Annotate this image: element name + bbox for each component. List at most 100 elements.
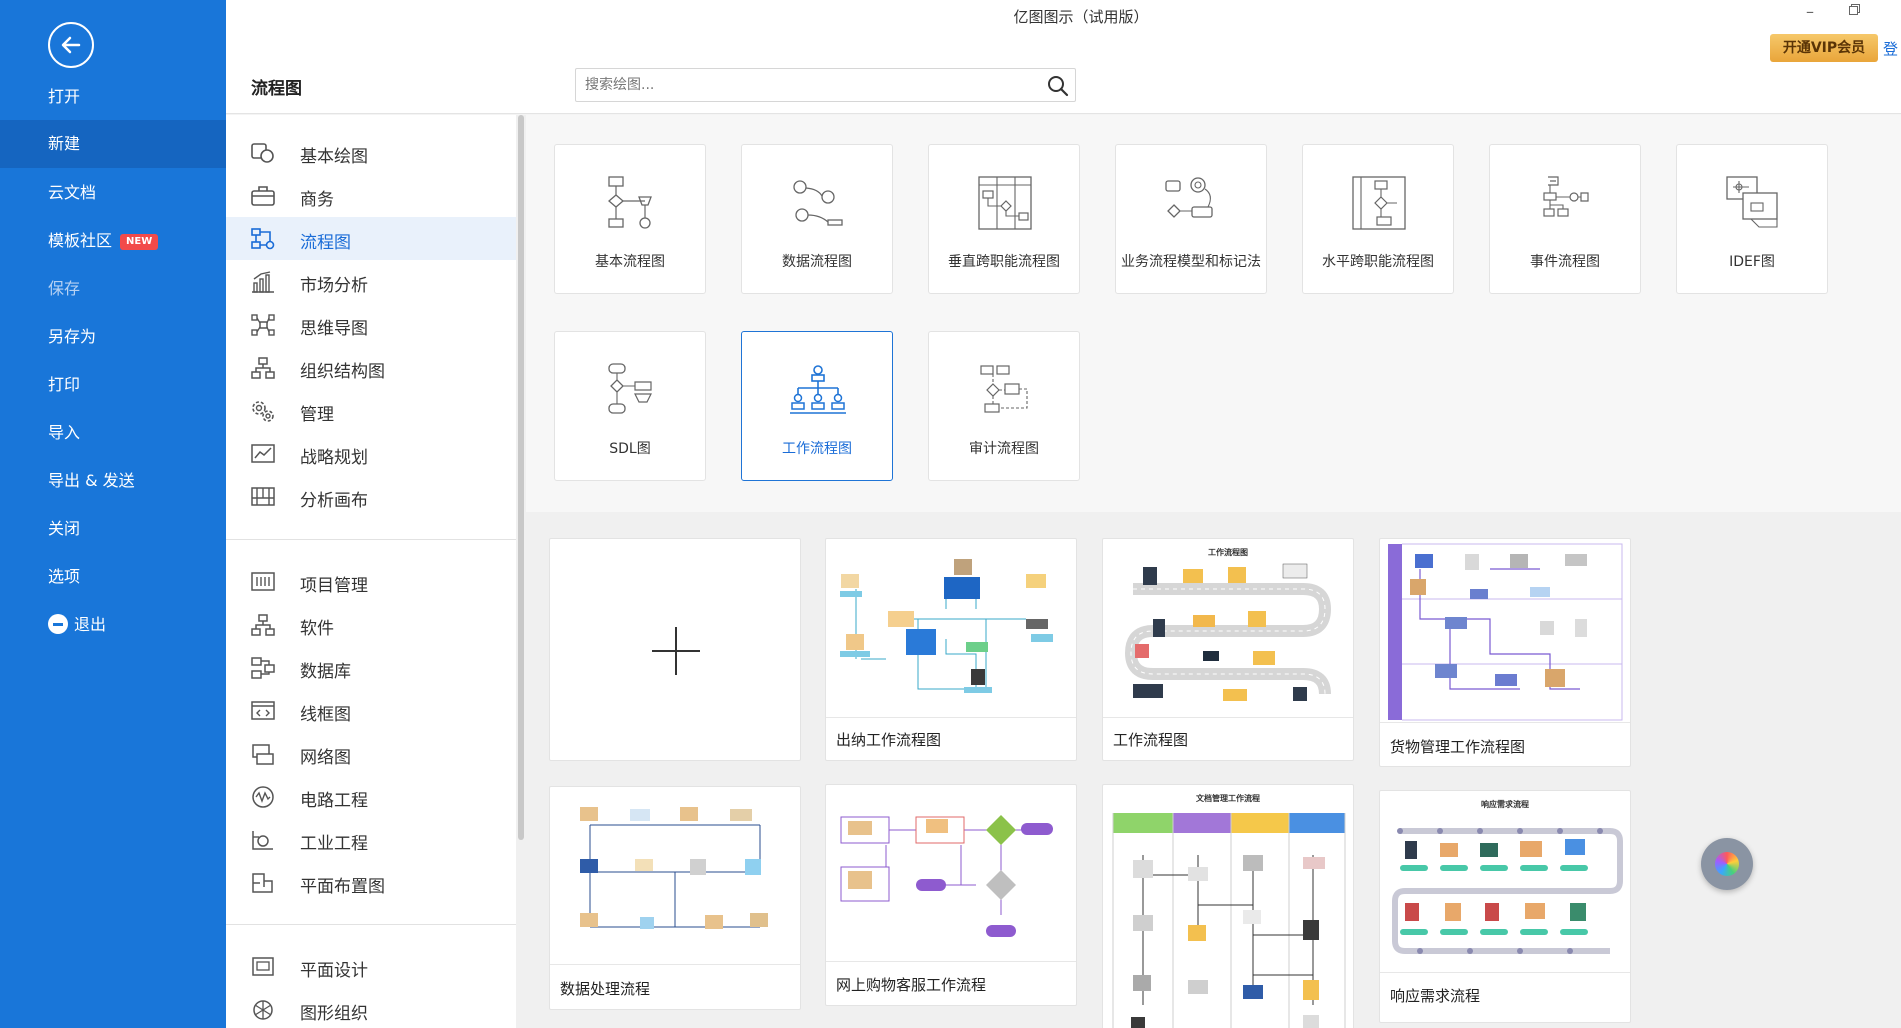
minimize-button[interactable]: – xyxy=(1806,2,1814,21)
template-card-online-shopping-service[interactable]: 网上购物客服工作流程 xyxy=(825,784,1077,1006)
template-card-workflow[interactable]: 工作流程图 工作流程图 xyxy=(1102,538,1354,761)
top-bar: 亿图图示（试用版） – 开通VIP会员 登 流程图 xyxy=(226,0,1901,114)
category-industrial[interactable]: 工业工程 xyxy=(226,818,516,861)
category-basic-drawing[interactable]: 基本绘图 xyxy=(226,131,516,174)
subtype-vertical-cross-functional[interactable]: 垂直跨职能流程图 xyxy=(928,144,1080,294)
left-nav: 打开 新建 云文档 模板社区 NEW 保存 另存为 打印 导入 导出 & 发送 关… xyxy=(0,0,226,1028)
template-card-cashier-workflow[interactable]: 出纳工作流程图 xyxy=(825,538,1077,761)
nav-template-community[interactable]: 模板社区 NEW xyxy=(0,217,226,265)
card-separator xyxy=(826,961,1076,962)
search-box xyxy=(575,68,1076,102)
category-business[interactable]: 商务 xyxy=(226,174,516,217)
section-title: 流程图 xyxy=(251,79,302,99)
category-circuit[interactable]: 电路工程 xyxy=(226,775,516,818)
template-thumbnail: 响应需求流程 xyxy=(1380,791,1630,972)
circuit-icon xyxy=(252,786,274,808)
category-graphic-organizer[interactable]: 图形组织 xyxy=(226,988,516,1028)
flowchart-icon xyxy=(251,228,275,250)
nav-options[interactable]: 选项 xyxy=(0,553,226,601)
category-wireframe[interactable]: 线框图 xyxy=(226,689,516,732)
nav-save-as[interactable]: 另存为 xyxy=(0,313,226,361)
software-icon xyxy=(251,614,275,636)
subtype-workflow[interactable]: 工作流程图 xyxy=(741,331,893,481)
basic-shapes-icon xyxy=(251,143,274,163)
nav-open[interactable]: 打开 xyxy=(0,73,226,121)
network-icon xyxy=(252,744,274,765)
card-separator xyxy=(826,717,1076,718)
subtype-event-flowchart[interactable]: 事件流程图 xyxy=(1489,144,1641,294)
subtype-data-flowchart[interactable]: 数据流程图 xyxy=(741,144,893,294)
category-strategy[interactable]: 战略规划 xyxy=(226,432,516,475)
template-card-goods-management[interactable]: 货物管理工作流程图 xyxy=(1379,538,1631,767)
subtype-sdl[interactable]: SDL图 xyxy=(554,331,706,481)
vertical-swimlane-icon xyxy=(978,176,1032,230)
card-separator xyxy=(1103,717,1353,718)
subtype-audit-flowchart[interactable]: 审计流程图 xyxy=(928,331,1080,481)
subtype-basic-flowchart[interactable]: 基本流程图 xyxy=(554,144,706,294)
search-input[interactable] xyxy=(576,69,1026,101)
template-thumbnail xyxy=(826,539,1076,717)
thumbnail-diagram xyxy=(580,807,768,929)
exit-icon xyxy=(48,614,68,634)
nav-close[interactable]: 关闭 xyxy=(0,505,226,553)
category-market-analysis[interactable]: 市场分析 xyxy=(226,260,516,303)
management-icon xyxy=(252,401,274,422)
subtype-horizontal-cross-functional[interactable]: 水平跨职能流程图 xyxy=(1302,144,1454,294)
graphic-organizer-icon xyxy=(253,1000,273,1020)
nav-print[interactable]: 打印 xyxy=(0,361,226,409)
category-flowchart[interactable]: 流程图 xyxy=(226,217,516,260)
flowchart-subtypes: 基本流程图 数据流程图 垂直跨职能流程图 业务流程模型和标记法 水平跨职能流程图… xyxy=(526,115,1901,512)
category-management[interactable]: 管理 xyxy=(226,389,516,432)
nav-cloud-docs[interactable]: 云文档 xyxy=(0,169,226,217)
category-network[interactable]: 网络图 xyxy=(226,732,516,775)
nav-new[interactable]: 新建 xyxy=(0,120,226,168)
nav-import[interactable]: 导入 xyxy=(0,409,226,457)
briefcase-icon xyxy=(251,186,275,206)
vip-button[interactable]: 开通VIP会员 xyxy=(1770,34,1878,62)
category-mind-map[interactable]: 思维导图 xyxy=(226,303,516,346)
event-flowchart-icon xyxy=(1543,176,1589,217)
login-link[interactable]: 登 xyxy=(1883,38,1898,59)
new-blank-diagram-button[interactable] xyxy=(549,538,801,761)
window-title: 亿图图示（试用版） xyxy=(1013,8,1149,26)
category-divider xyxy=(226,539,516,540)
category-org-chart[interactable]: 组织结构图 xyxy=(226,346,516,389)
ai-assistant-button[interactable] xyxy=(1701,838,1753,890)
thumbnail-diagram xyxy=(1392,828,1623,954)
category-software[interactable]: 软件 xyxy=(226,603,516,646)
nav-exit[interactable]: 退出 xyxy=(0,601,226,649)
category-analysis-canvas[interactable]: 分析画布 xyxy=(226,475,516,518)
card-separator xyxy=(1380,722,1630,723)
wireframe-icon xyxy=(251,701,275,720)
template-thumbnail: 文档管理工作流程 xyxy=(1103,785,1353,1028)
template-card-data-processing[interactable]: 数据处理流程 xyxy=(549,786,801,1010)
template-card-respond-to-demand[interactable]: 响应需求流程 响应需求流程 xyxy=(1379,790,1631,1023)
category-scrollbar[interactable] xyxy=(516,115,526,1028)
search-icon[interactable] xyxy=(1047,75,1069,97)
category-divider xyxy=(226,924,516,925)
thumbnail-diagram xyxy=(1124,563,1332,701)
bar-chart-icon xyxy=(252,271,274,293)
data-flowchart-icon xyxy=(793,180,843,226)
back-button[interactable] xyxy=(48,22,94,68)
restore-window-icon[interactable] xyxy=(1849,4,1860,15)
bpmn-icon xyxy=(1165,177,1213,218)
subtype-idef[interactable]: IDEF图 xyxy=(1676,144,1828,294)
workflow-icon xyxy=(790,365,846,414)
card-separator xyxy=(1380,972,1630,973)
idef-icon xyxy=(1726,176,1778,228)
category-database[interactable]: 数据库 xyxy=(226,646,516,689)
nav-export-send[interactable]: 导出 & 发送 xyxy=(0,457,226,505)
category-floor-plan[interactable]: 平面布置图 xyxy=(226,861,516,904)
category-graphic-design[interactable]: 平面设计 xyxy=(226,945,516,988)
subtype-bpmn[interactable]: 业务流程模型和标记法 xyxy=(1115,144,1267,294)
template-card-document-management[interactable]: 文档管理工作流程 xyxy=(1102,784,1354,1028)
strategy-icon xyxy=(251,444,275,463)
scroll-thumb[interactable] xyxy=(518,115,524,840)
nav-save[interactable]: 保存 xyxy=(0,265,226,313)
template-thumbnail: 工作流程图 xyxy=(1103,539,1353,717)
thumbnail-diagram xyxy=(840,815,1053,937)
category-list: 基本绘图 商务 流程图 市场分析 思维导图 组织结构图 管理 战略规划 分析画布… xyxy=(226,115,526,1028)
category-project-management[interactable]: 项目管理 xyxy=(226,560,516,603)
basic-flowchart-icon xyxy=(608,176,652,229)
